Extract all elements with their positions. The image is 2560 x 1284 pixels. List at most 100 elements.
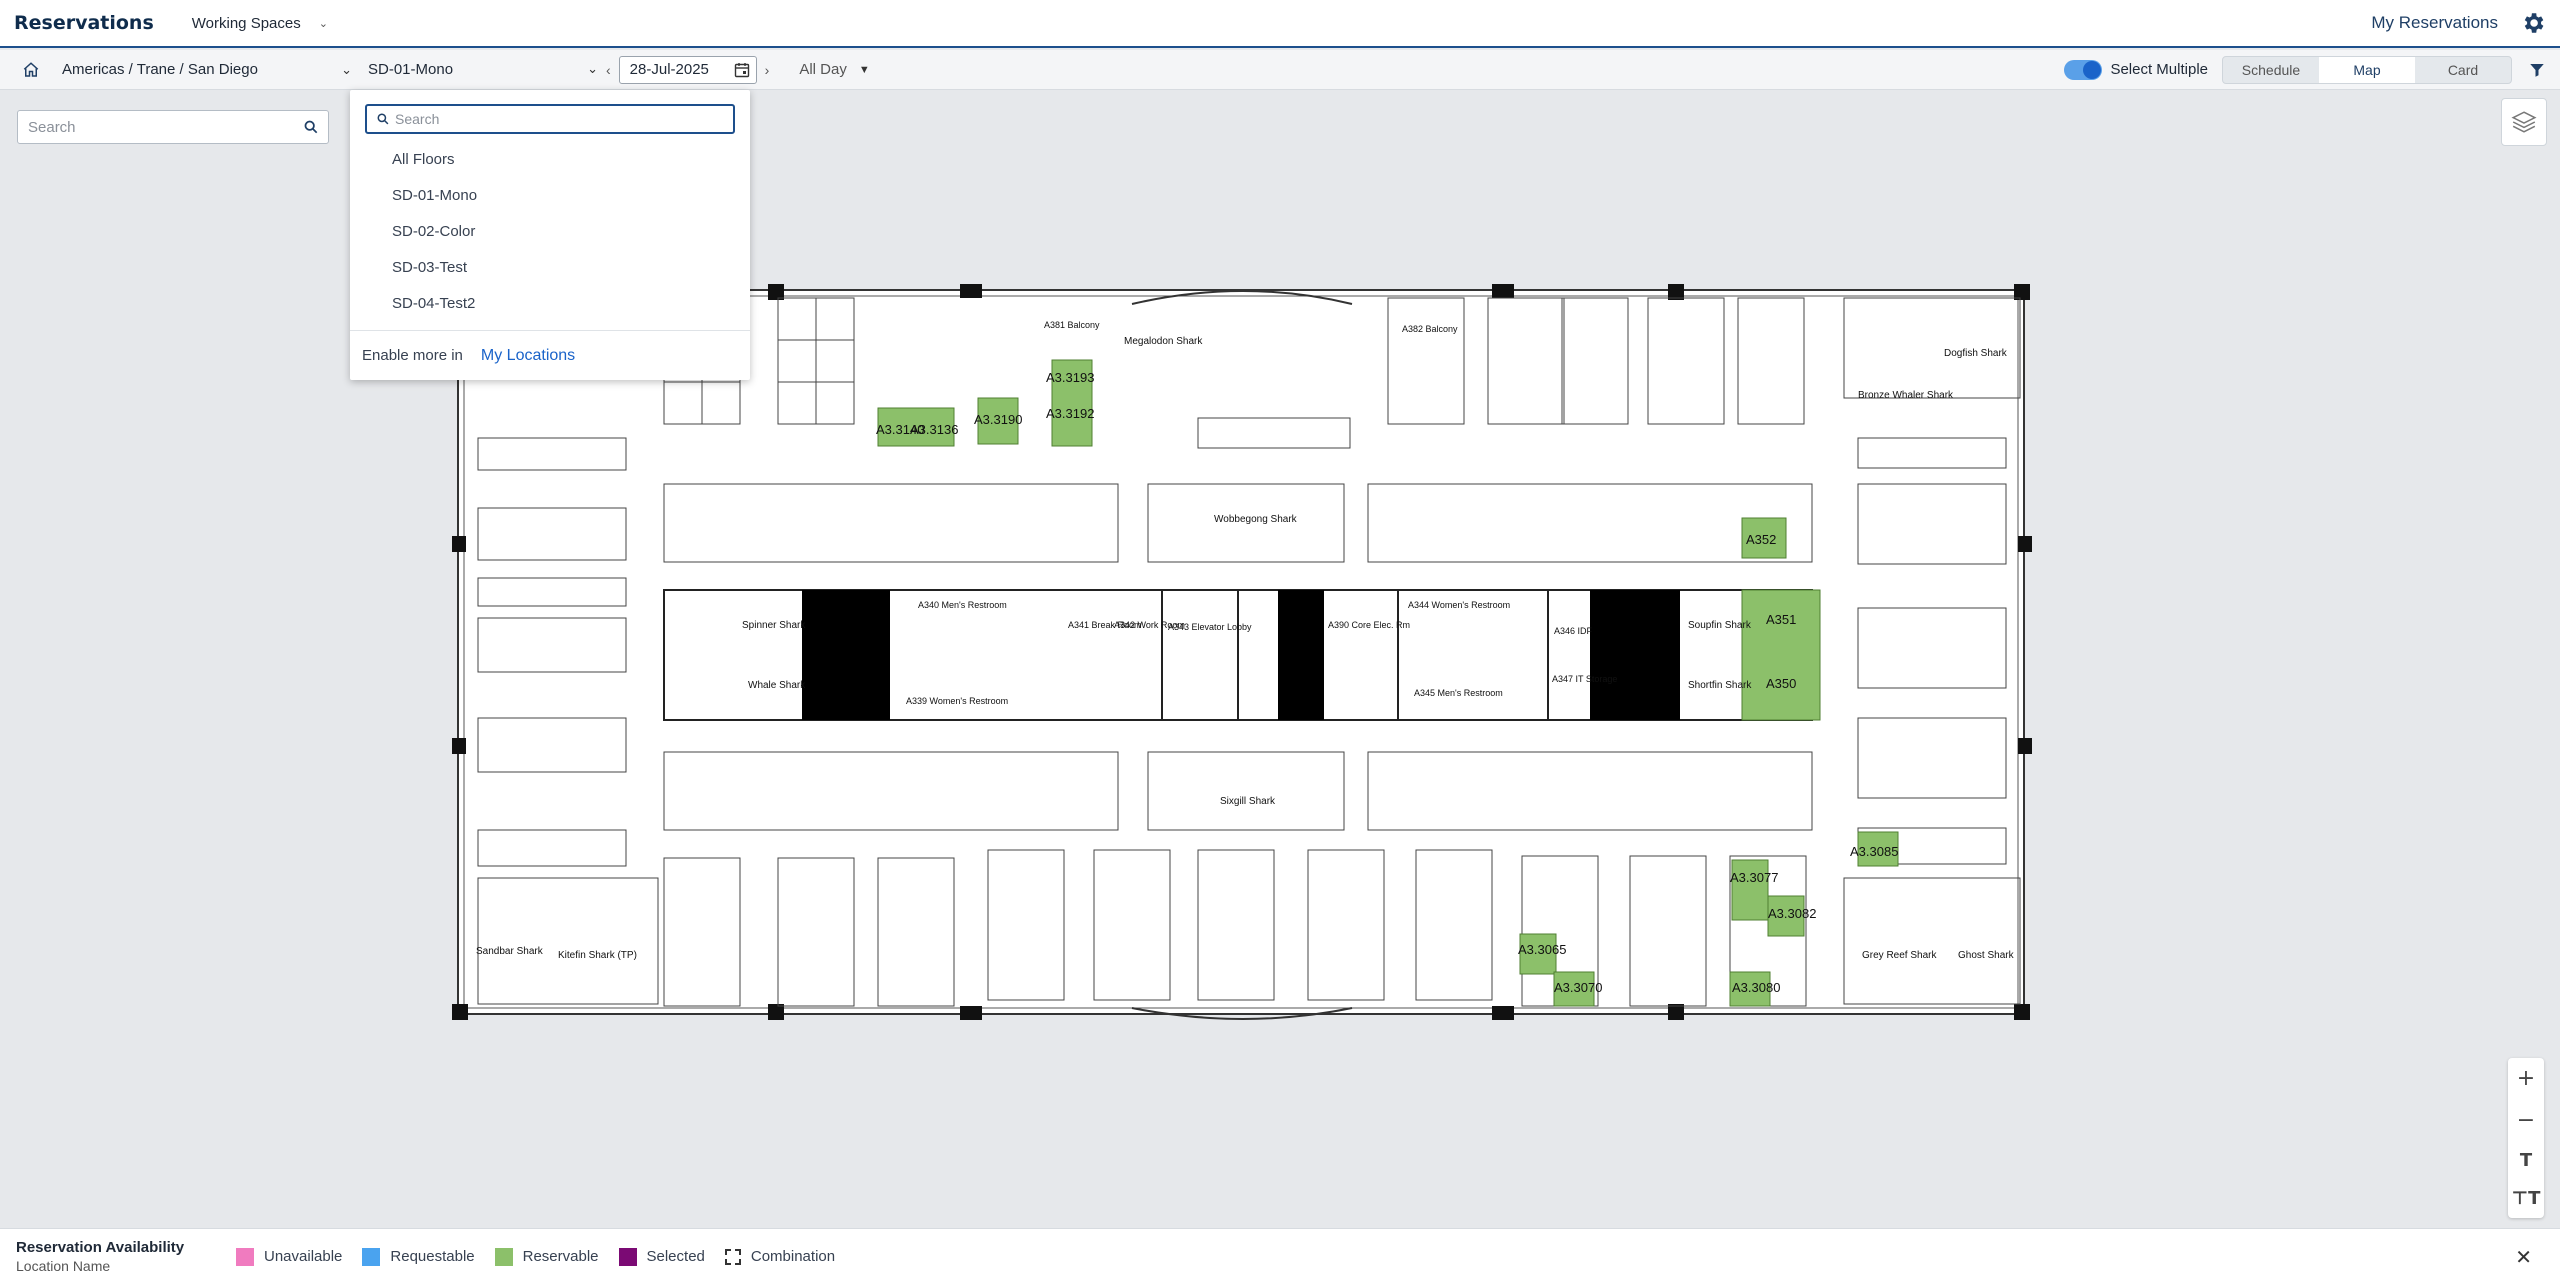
floor-search-input[interactable] [395,111,715,127]
legend-item-unavailable: Unavailable [236,1247,343,1266]
label-shortfin: Shortfin Shark [1688,680,1752,691]
date-input[interactable]: 28-Jul-2025 [618,55,757,84]
home-icon[interactable] [22,61,40,79]
time-range-value: All Day [799,61,847,78]
legend-heading: Reservation Availability Location Name [16,1239,216,1274]
working-spaces-menu[interactable]: Working Spaces ⌄ [192,15,328,32]
chevron-down-icon: ⌄ [587,61,598,76]
space-a3-3077[interactable] [1731,859,1769,921]
legend-item-combination: Combination [724,1248,836,1265]
label-a3-3192: A3.3192 [1046,406,1094,421]
date-value: 28-Jul-2025 [629,61,709,78]
label-ghost: Ghost Shark [1958,950,2015,961]
swatch-reservable [494,1247,513,1266]
label-dogfish: Dogfish Shark [1944,348,2008,359]
label-a343: A343 Elevator Lobby [1168,622,1252,632]
tab-card[interactable]: Card [2415,57,2511,83]
app-header: Reservations Working Spaces ⌄ My Reserva… [0,0,2560,48]
floor-select[interactable]: SD-01-Mono ⌄ [368,61,598,79]
layers-button[interactable] [2501,98,2547,146]
label-bronze-whaler: Bronze Whaler Shark [1858,390,1954,401]
label-a382: A382 Balcony [1402,324,1458,334]
tab-schedule[interactable]: Schedule [2223,57,2319,83]
my-locations-link[interactable]: My Locations [481,347,575,365]
legend-subtitle: Location Name [16,1258,111,1274]
app-title: Reservations [14,12,154,34]
floor-options: All Floors SD-01-Mono SD-02-Color SD-03-… [350,142,750,322]
label-a3-3193: A3.3193 [1046,370,1094,385]
legend-label: Selected [646,1248,705,1265]
label-kitefin: Kitefin Shark (TP) [558,950,637,961]
space-search [17,110,329,144]
filter-toolbar: Americas / Trane / San Diego ⌄ SD-01-Mon… [0,50,2560,90]
label-a3-3065: A3.3065 [1518,942,1566,957]
label-a351: A351 [1766,612,1796,627]
select-multiple-toggle[interactable] [2064,59,2103,80]
label-a346: A346 IDF [1554,626,1593,636]
floor-option-all[interactable]: All Floors [350,142,750,178]
label-sixgill: Sixgill Shark [1220,796,1276,807]
label-a339: A339 Women's Restroom [906,696,1008,706]
label-a350: A350 [1766,676,1796,691]
floor-option-sd-03[interactable]: SD-03-Test [350,250,750,286]
legend-label: Unavailable [264,1248,343,1265]
select-multiple-label: Select Multiple [2110,61,2208,78]
floor-value: SD-01-Mono [368,60,454,78]
zoom-in-button[interactable]: + [2517,1068,2535,1090]
label-sandbar: Sandbar Shark [476,946,544,957]
space-search-input[interactable] [28,118,288,136]
calendar-icon[interactable] [734,62,750,78]
gear-icon[interactable] [2520,10,2546,36]
floor-plan-map[interactable]: A3.3140 A3.3136 A3.3190 A3.3193 A3.3192 … [448,278,2034,1028]
swatch-combination [724,1248,741,1265]
text-size-icon[interactable]: T [2520,1152,2532,1170]
label-wobbegong: Wobbegong Shark [1214,514,1298,525]
location-value: Americas / Trane / San Diego [62,61,258,78]
label-a3-3136: A3.3136 [910,422,958,437]
swatch-unavailable [236,1247,254,1266]
floor-option-sd-04[interactable]: SD-04-Test2 [350,286,750,322]
chevron-down-icon: ⌄ [341,61,352,77]
zoom-controls: + − T ⊤T [2508,1058,2544,1218]
availability-legend: Reservation Availability Location Name U… [0,1228,2560,1284]
my-reservations-link[interactable]: My Reservations [2371,13,2498,33]
label-a390: A390 Core Elec. Rm [1328,620,1410,630]
label-a3-3190: A3.3190 [974,412,1022,427]
label-a3-3080: A3.3080 [1732,980,1780,995]
label-a352: A352 [1746,532,1776,547]
label-a3-3085: A3.3085 [1850,844,1898,859]
caret-down-icon: ▼ [858,63,870,76]
legend-label: Reservable [522,1248,599,1265]
time-range-select[interactable]: All Day ▼ [799,61,869,78]
previous-date-button[interactable]: ‹ [606,62,611,78]
swatch-requestable [362,1247,381,1266]
legend-item-selected: Selected [618,1247,705,1266]
close-icon[interactable]: ✕ [2515,1245,2532,1269]
label-a3-3070: A3.3070 [1554,980,1602,995]
location-select[interactable]: Americas / Trane / San Diego ⌄ [62,61,352,78]
legend-label: Combination [750,1248,836,1265]
label-a3-3082: A3.3082 [1768,906,1816,921]
search-icon [377,113,389,125]
label-megalodon: Megalodon Shark [1124,336,1203,347]
floor-option-sd-02[interactable]: SD-02-Color [350,214,750,250]
label-a344: A344 Women's Restroom [1408,600,1510,610]
filter-icon[interactable] [2528,61,2546,79]
tab-map[interactable]: Map [2319,56,2415,83]
label-whale: Whale Shark [748,680,806,691]
floor-dropdown-footer: Enable more in My Locations [350,330,750,380]
label-soupfin: Soupfin Shark [1688,620,1752,631]
next-date-button[interactable]: › [765,62,770,78]
zoom-out-button[interactable]: − [2517,1110,2535,1132]
label-a340: A340 Men's Restroom [918,600,1007,610]
legend-item-reservable: Reservable [494,1247,599,1266]
floor-search [365,104,735,134]
text-resize-icon[interactable]: ⊤T [2512,1190,2541,1208]
space-a351[interactable] [1741,589,1821,721]
search-icon[interactable] [304,120,318,134]
enable-more-text: Enable more in [362,347,463,364]
floor-plan-svg[interactable]: A3.3140 A3.3136 A3.3190 A3.3193 A3.3192 … [448,278,2034,1028]
view-switcher: Schedule Map Card [2222,55,2512,84]
floor-option-sd-01[interactable]: SD-01-Mono [350,178,750,214]
legend-label: Requestable [390,1248,475,1265]
